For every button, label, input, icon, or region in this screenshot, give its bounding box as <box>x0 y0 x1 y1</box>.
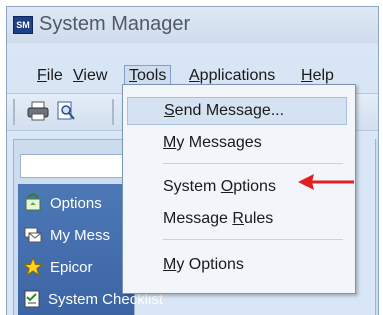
menu-item-my-options[interactable]: My Options <box>127 251 347 279</box>
menu-item-send-message[interactable]: Send Message... <box>127 97 347 125</box>
menu-separator <box>163 163 343 164</box>
sidebar-item-epicor[interactable]: Epicor <box>18 252 134 282</box>
menu-file[interactable]: File <box>33 65 67 87</box>
options-icon <box>22 192 44 214</box>
menu-separator <box>163 239 343 240</box>
star-icon <box>22 256 44 278</box>
sidebar-item-label: Epicor <box>50 258 93 276</box>
annotation-arrow-icon <box>298 174 354 190</box>
sidebar-item-system-checklist[interactable]: System Checklist <box>18 284 163 314</box>
main-content-edge <box>375 139 378 315</box>
arrow-head <box>298 174 314 190</box>
sidebar-item-label: My Mess <box>50 226 110 244</box>
toolbar-grip <box>13 99 15 125</box>
messages-icon <box>22 224 44 246</box>
checklist-icon <box>22 288 42 310</box>
menu-item-my-messages[interactable]: My Messages <box>127 129 347 157</box>
sidebar-item-options[interactable]: Options <box>18 188 134 218</box>
print-icon[interactable] <box>27 100 49 122</box>
navigation-panel: Options My Mess Epicor System Checklist <box>13 139 163 315</box>
sidebar-item-label: Options <box>50 194 102 212</box>
menu-view[interactable]: View <box>69 65 111 87</box>
window-title: System Manager <box>39 13 191 35</box>
sidebar-item-my-messages[interactable]: My Mess <box>18 220 134 250</box>
sidebar-list: Options My Mess Epicor System Checklist <box>18 184 163 315</box>
panel-header <box>20 154 132 178</box>
print-preview-icon[interactable] <box>55 100 77 122</box>
menu-item-message-rules[interactable]: Message Rules <box>127 205 347 233</box>
app-icon: SM <box>13 16 33 34</box>
toolbar-separator <box>112 99 114 125</box>
title-bar: SM System Manager <box>7 7 378 43</box>
